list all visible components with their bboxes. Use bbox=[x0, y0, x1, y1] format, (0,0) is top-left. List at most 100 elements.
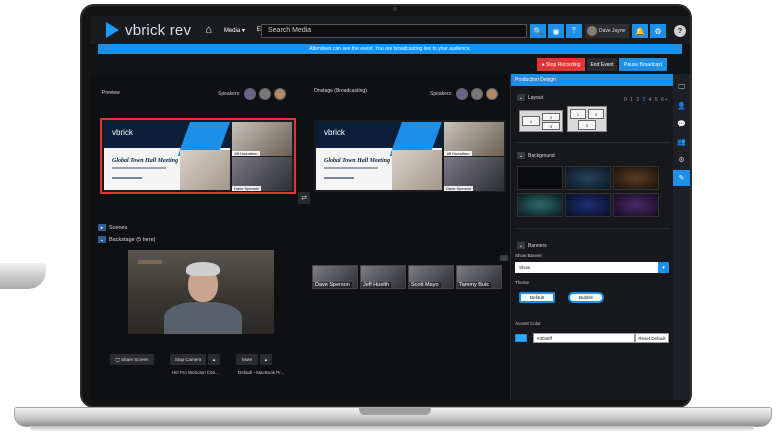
slide-title: Global Town Hall Meeting bbox=[112, 158, 178, 164]
slide-logo: vbrick bbox=[324, 128, 345, 137]
mic-options-button[interactable]: ▲ bbox=[260, 354, 272, 365]
avatar[interactable] bbox=[455, 88, 468, 100]
panel-title: Production Design bbox=[511, 74, 674, 86]
backstage-header[interactable]: ⌄ Backstage (5 here) bbox=[98, 236, 155, 243]
layout-option[interactable]: 1 2 3 bbox=[519, 110, 563, 132]
show-banner-label: Show Banner bbox=[515, 253, 543, 258]
theme-bubble-button[interactable]: Bubble bbox=[568, 292, 604, 303]
background-option[interactable] bbox=[565, 193, 611, 217]
laptop-notch bbox=[359, 408, 431, 415]
participant-name: Jeff Huelth bbox=[361, 282, 392, 288]
preview-stage[interactable]: vbrick Global Town Hall Meeting Jiff Hue… bbox=[100, 118, 296, 194]
camera-name: Dave Spersmi bbox=[232, 186, 262, 191]
selected-layout-count[interactable]: 3 bbox=[643, 97, 647, 103]
backstage-label: Backstage (5 here) bbox=[109, 236, 156, 243]
onstage-label: Onstage (Broadcasting) bbox=[314, 88, 367, 94]
upload-icon[interactable]: ⤒ bbox=[566, 24, 582, 38]
avatar[interactable] bbox=[485, 88, 498, 100]
onstage-speakers: Speakers: bbox=[430, 88, 498, 100]
camera-tile[interactable]: Jiff Hueathen bbox=[232, 122, 292, 156]
user-menu[interactable]: Dave Jayne bbox=[585, 24, 629, 38]
help-icon[interactable]: ? bbox=[674, 25, 686, 37]
share-screen-button[interactable]: 🖵 Share Screen bbox=[110, 354, 154, 365]
show-banner-value: Show bbox=[519, 265, 531, 270]
banners-section-header[interactable]: ⌄ Banners bbox=[517, 242, 547, 249]
laptop-mockup: vbrick rev ⌂ Media ▾ Events Search Media… bbox=[0, 0, 783, 436]
end-event-button[interactable]: End Event bbox=[587, 58, 617, 71]
stop-camera-button[interactable]: Stop Camera bbox=[170, 354, 206, 365]
participant-name: Tammy Butc bbox=[457, 282, 492, 288]
user-name: Dave Jayne bbox=[599, 28, 626, 34]
logo-text: vbrick rev bbox=[125, 21, 192, 39]
camera-tile: Dave Spersmi bbox=[444, 157, 504, 191]
broadcast-icon[interactable]: ◉ bbox=[548, 24, 564, 38]
divider bbox=[515, 142, 670, 143]
mute-button[interactable]: Mute bbox=[236, 354, 258, 365]
background-section-header[interactable]: ⌄ Background bbox=[517, 152, 555, 159]
camera-options-button[interactable]: ▲ bbox=[208, 354, 220, 365]
backstage-participant[interactable]: Scott Mayo bbox=[408, 265, 454, 289]
accent-color-input[interactable]: #30a8ff bbox=[533, 333, 635, 343]
stop-recording-button[interactable]: ● Stop Recording bbox=[537, 58, 585, 71]
laptop-base bbox=[14, 407, 772, 427]
background-option[interactable] bbox=[565, 166, 611, 190]
search-icon[interactable]: 🔍 bbox=[530, 24, 546, 38]
pause-broadcast-button[interactable]: Pause Broadcast bbox=[619, 58, 667, 71]
chat-icon[interactable]: 💬 bbox=[673, 116, 690, 132]
background-lamp bbox=[138, 260, 162, 264]
layout-section-header[interactable]: ⌄ Layout bbox=[517, 94, 543, 101]
webcam-feed bbox=[128, 250, 274, 334]
chevron-down-icon: ⌄ bbox=[98, 236, 106, 243]
bell-icon[interactable]: 🔔 bbox=[632, 24, 648, 38]
monitor-icon[interactable]: 🖵 bbox=[673, 80, 690, 96]
chevron-right-icon: ▸ bbox=[98, 224, 106, 231]
layout-option[interactable]: 1 3 2 bbox=[567, 106, 607, 132]
camera-tile[interactable]: Dave Spersmi bbox=[232, 157, 292, 191]
speakers-label: Speakers: bbox=[218, 91, 241, 97]
slide-subtitle-line bbox=[112, 167, 166, 169]
preview-speakers: Speakers: bbox=[218, 88, 286, 100]
slide-logo: vbrick bbox=[112, 128, 133, 137]
backstage-participant[interactable]: Dave Sperson bbox=[312, 265, 358, 289]
person-icon[interactable]: 👤 bbox=[673, 98, 690, 114]
vbrick-logo[interactable]: vbrick rev bbox=[106, 22, 191, 39]
participant-name: Scott Mayo bbox=[409, 282, 441, 288]
backstage-participant[interactable]: Jeff Huelth bbox=[360, 265, 406, 289]
slide-footer-line bbox=[324, 177, 354, 179]
users-icon[interactable]: 👥 bbox=[673, 134, 690, 150]
slide-photo bbox=[392, 150, 442, 190]
chevron-down-icon: ⌄ bbox=[517, 152, 525, 159]
accent-color-row: #30a8ff Reset Default bbox=[515, 333, 669, 343]
home-icon[interactable]: ⌂ bbox=[205, 24, 212, 36]
layout-count-selector[interactable]: 0 1 2 3 4 5 6+ bbox=[624, 97, 669, 103]
reset-default-button[interactable]: Reset Default bbox=[635, 333, 669, 343]
background-option[interactable] bbox=[517, 166, 563, 190]
background-option[interactable] bbox=[613, 166, 659, 190]
accent-color-label: Accent Color bbox=[515, 321, 541, 326]
swap-stages-icon[interactable]: ⇄ bbox=[298, 192, 310, 204]
gear-icon[interactable]: ⚙ bbox=[650, 24, 666, 38]
search-input[interactable]: Search Media bbox=[261, 24, 527, 38]
camera-name: Jiff Hueathen bbox=[444, 151, 472, 156]
theme-default-button[interactable]: Default bbox=[519, 292, 555, 303]
show-banner-select[interactable]: Show ▾ bbox=[515, 262, 669, 273]
onstage-stage: vbrick Global Town Hall Meeting Jiff Hue… bbox=[314, 120, 506, 192]
background-option[interactable] bbox=[517, 193, 563, 217]
theme-label: Theme bbox=[515, 280, 530, 285]
nav-media[interactable]: Media ▾ bbox=[224, 27, 245, 34]
avatar[interactable] bbox=[470, 88, 483, 100]
avatar[interactable] bbox=[273, 88, 286, 100]
broadcast-notice: Attendees can see the event. You are bro… bbox=[98, 44, 682, 54]
scenes-header[interactable]: ▸ Scenes bbox=[98, 224, 127, 231]
background-option[interactable] bbox=[613, 193, 659, 217]
avatar[interactable] bbox=[243, 88, 256, 100]
color-swatch[interactable] bbox=[515, 334, 527, 342]
pencil-icon[interactable]: ✎ bbox=[673, 170, 690, 186]
avatar[interactable] bbox=[258, 88, 271, 100]
slide-photo bbox=[180, 150, 230, 190]
scenes-label: Scenes bbox=[109, 224, 128, 231]
layout-label: Layout bbox=[528, 94, 544, 101]
settings-icon[interactable]: ⚙ bbox=[673, 152, 690, 168]
backstage-participant[interactable]: Tammy Butc bbox=[456, 265, 502, 289]
more-options-icon[interactable]: ··· bbox=[500, 255, 508, 261]
